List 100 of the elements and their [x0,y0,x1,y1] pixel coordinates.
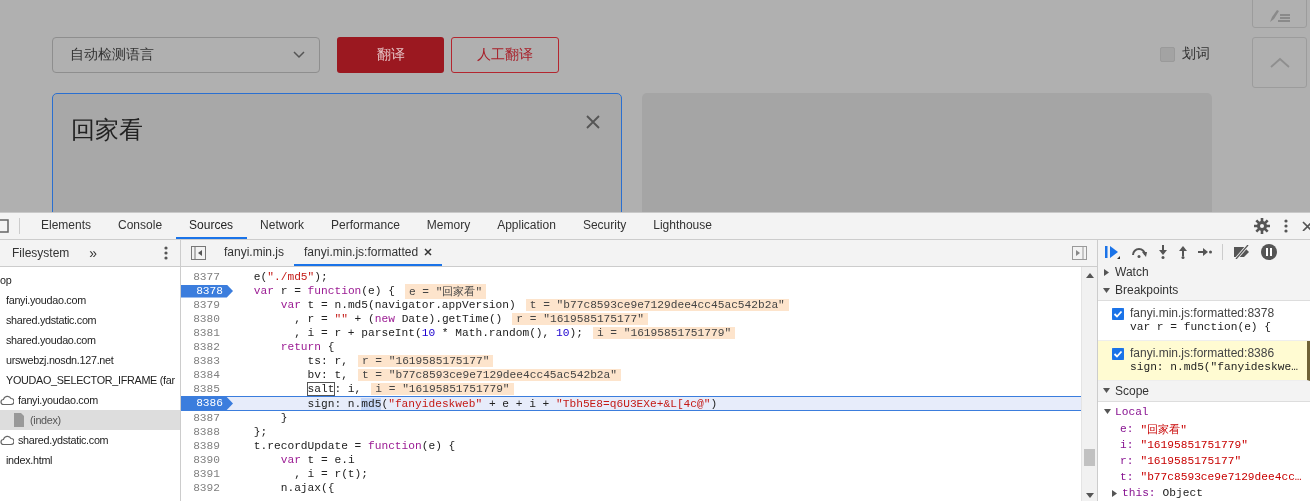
checkbox-label: 划词 [1182,45,1210,63]
devtools-tab[interactable]: Application [484,213,570,239]
translate-button[interactable]: 翻译 [337,37,444,73]
tree-item[interactable]: op [0,270,180,290]
step-out-icon[interactable] [1178,245,1188,259]
inline-value: t = "b77c8593ce9e7129dee4cc45ac542b2a" [525,299,789,311]
scroll-down-icon[interactable] [1085,493,1094,498]
tree-item[interactable]: index.html [0,450,180,470]
breakpoint-location: fanyi.min.js:formatted:8378 [1130,306,1275,320]
line-number[interactable]: 8381 [181,326,226,340]
tree-item[interactable]: fanyi.youdao.com [0,290,180,310]
inspect-icon[interactable] [0,219,10,233]
input-text: 回家看 [71,115,143,145]
sidebar-toggle-icon[interactable] [1072,246,1087,260]
checkbox[interactable] [1112,347,1124,360]
scrollbar[interactable] [1081,267,1097,501]
inline-value: r = "1619585175177" [512,313,648,325]
line-number[interactable]: 8389 [181,439,226,453]
collapsed-triangle-icon[interactable] [1111,489,1118,497]
code-line: salt: i, [306,383,362,395]
language-select[interactable]: 自动检测语言 [52,37,320,73]
sidebar-toggle-icon[interactable] [191,246,206,260]
line-number[interactable]: 8377 [181,270,226,284]
inline-value: e = "回家看" [404,283,487,299]
code-line: n.ajax({ [279,482,335,494]
variable-value: "16195851751779" [1140,439,1248,452]
code-line: var t = n.md5(navigator.appVersion) [279,299,516,311]
scope-group[interactable]: Local [1098,401,1310,422]
code-line: var t = e.i [279,454,355,466]
step-icon[interactable] [1198,247,1212,257]
variable-value: "回家看" [1140,422,1187,437]
tree-item[interactable]: shared.ydstatic.com [0,430,180,450]
devtools-tab[interactable]: Console [105,213,177,239]
more-tabs-button[interactable]: » [89,245,98,261]
checkbox[interactable] [1112,308,1124,320]
line-number[interactable]: 8380 [181,312,226,326]
breakpoint-marker[interactable]: 8378 [181,284,233,298]
line-number[interactable]: 8382 [181,340,226,354]
variable-name: t: [1120,471,1134,484]
variable-value: "1619585175177" [1140,455,1242,468]
line-number[interactable]: 8383 [181,354,226,368]
pause-icon[interactable] [1261,244,1277,260]
breakpoint-code: var r = function(e) { [1130,321,1272,333]
more-icon[interactable] [164,246,168,260]
settings-icon[interactable] [1254,218,1270,234]
line-number[interactable]: 8391 [181,467,226,481]
line-number[interactable]: 8388 [181,425,226,439]
devtools-tab[interactable]: Lighthouse [640,213,726,239]
devtools-tab[interactable]: Performance [318,213,414,239]
tree-item[interactable]: (index) [0,410,180,430]
line-number[interactable]: 8384 [181,368,226,382]
scrollbar-thumb[interactable] [1084,449,1095,466]
scroll-up-icon[interactable] [1085,273,1094,278]
resume-icon[interactable] [1104,245,1120,259]
devtools-tab[interactable]: Security [569,213,641,239]
breakpoint-code: sign: n.md5("fanyideskwe… [1130,360,1298,373]
code-line: t.recordUpdate = function(e) { [252,440,456,452]
inline-value: r = "1619585175177" [357,355,494,367]
deactivate-breakpoints-icon[interactable] [1233,245,1251,259]
line-number[interactable]: 8387 [181,411,226,425]
step-into-icon[interactable] [1158,245,1168,259]
breakpoint-item[interactable]: fanyi.min.js:formatted:8386 sign: n.md5("fanyideskwe… [1098,340,1310,381]
caret-icon [293,51,305,59]
close-icon[interactable] [1302,221,1310,231]
tree-item[interactable]: shared.ydstatic.com [0,310,180,330]
breakpoint-marker[interactable]: 8386 [181,397,233,410]
devtools-tab[interactable]: Network [247,213,319,239]
tree-item[interactable]: fanyi.youdao.com [0,390,180,410]
navigator-tab[interactable]: Filesystem [12,246,70,260]
code-line: e("./md5"); [252,271,328,283]
devtools-tab[interactable]: Elements [28,213,106,239]
devtools-tab[interactable]: Memory [413,213,485,239]
code-line: , r = "" + (new Date).getTime() [293,313,503,325]
line-number[interactable]: 8390 [181,453,226,467]
section-header[interactable]: Breakpoints [1098,280,1310,301]
line-number[interactable]: 8379 [181,298,226,312]
tree-item[interactable]: YOUDAO_SELECTOR_IFRAME (far [0,370,180,390]
step-over-icon[interactable] [1130,246,1148,258]
code-line: , i = r(t); [293,468,368,480]
close-icon[interactable] [424,248,433,256]
file-icon [12,413,26,427]
variable-value: "b77c8593ce9e7129dee4cc… [1140,471,1302,484]
breakpoint-item[interactable]: fanyi.min.js:formatted:8378 var r = function(e) { [1098,301,1310,341]
variable-name: this: [1122,487,1156,500]
section-title: Watch [1115,265,1149,279]
scope-title: Local [1115,405,1149,418]
line-number[interactable]: 8392 [181,481,226,495]
pencil-icon [1268,9,1291,23]
section-header[interactable]: Watch [1098,264,1310,280]
more-icon[interactable] [1284,219,1288,233]
section-header[interactable]: Scope [1098,380,1310,402]
tree-item[interactable]: shared.youdao.com [0,330,180,350]
tree-item[interactable]: urswebzj.nosdn.127.net [0,350,180,370]
inline-value: t = "b77c8593ce9e7129dee4cc45ac542b2a" [357,369,621,381]
input-field[interactable]: 回家看 [52,93,622,212]
code-line: bv: t, [306,369,348,381]
breakpoint-location: fanyi.min.js:formatted:8386 [1130,345,1276,360]
inline-value: i = "16195851751779" [371,383,514,395]
file-tab[interactable]: fanyi.min.js [214,240,295,266]
line-number[interactable]: 8385 [181,382,226,396]
